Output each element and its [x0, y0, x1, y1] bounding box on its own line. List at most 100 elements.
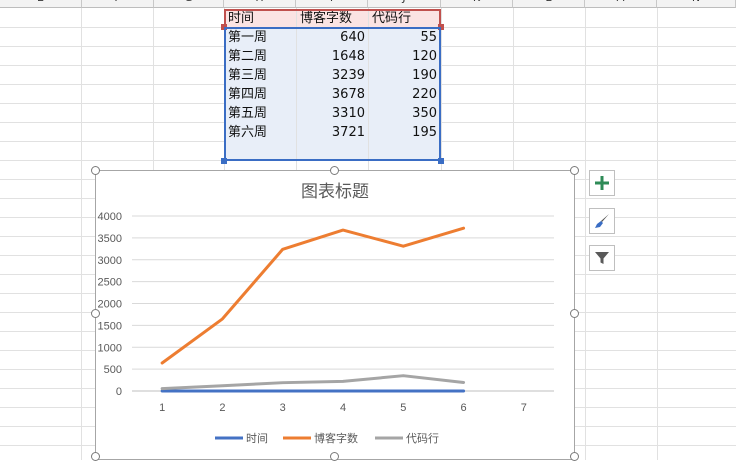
x-tick-label: 6 — [461, 402, 467, 414]
column-header-h[interactable]: H — [224, 0, 296, 8]
data-point[interactable] — [281, 389, 284, 393]
y-tick-label: 500 — [104, 364, 122, 376]
y-tick-label: 2000 — [98, 299, 122, 311]
table-cell[interactable]: 220 — [369, 85, 440, 104]
gridline — [0, 160, 736, 161]
chart-resize-handle[interactable] — [91, 309, 100, 318]
table-cell[interactable]: 190 — [369, 66, 440, 85]
series-line[interactable] — [160, 226, 466, 365]
data-point[interactable] — [281, 248, 284, 251]
column-header-j[interactable]: J — [368, 0, 441, 8]
chart-styles-button[interactable] — [589, 208, 615, 234]
range-resize-handle[interactable] — [221, 158, 227, 164]
range-resize-handle[interactable] — [438, 24, 444, 30]
table-cell[interactable]: 350 — [369, 104, 440, 123]
data-point[interactable] — [160, 387, 164, 390]
gridline — [0, 46, 736, 47]
table-cell[interactable]: 1648 — [297, 47, 368, 66]
data-point[interactable] — [402, 374, 405, 377]
table-cell[interactable]: 第四周 — [225, 85, 296, 104]
table-cell[interactable]: 640 — [297, 28, 368, 47]
data-point[interactable] — [402, 244, 405, 248]
y-tick-label: 3500 — [98, 233, 122, 245]
table-header-cell[interactable]: 代码行 — [369, 9, 440, 28]
chart-resize-handle[interactable] — [570, 309, 579, 318]
table-header-cell[interactable]: 时间 — [225, 9, 296, 28]
x-tick-label: 2 — [219, 402, 225, 414]
legend-label: 代码行 — [406, 432, 439, 445]
filter-icon — [595, 252, 609, 264]
chart-plot: 图表标题 0 500 1000 1500 2000 2500 3000 3500 4000 1 2 3… — [98, 182, 554, 445]
y-tick-label: 1500 — [98, 320, 122, 332]
data-point[interactable] — [281, 381, 284, 384]
x-tick-label: 4 — [340, 402, 346, 414]
x-tick-label: 5 — [400, 402, 406, 414]
table-cell[interactable]: 3239 — [297, 66, 368, 85]
column-header-f[interactable]: F — [82, 0, 154, 8]
gridline — [0, 65, 736, 66]
table-cell[interactable] — [297, 142, 368, 161]
table-cell[interactable]: 第六周 — [225, 123, 296, 142]
data-point[interactable] — [462, 227, 465, 230]
data-point[interactable] — [462, 381, 465, 384]
column-header-k[interactable]: K — [441, 0, 513, 8]
y-tick-label: 2500 — [98, 277, 122, 289]
legend-label: 时间 — [246, 432, 268, 445]
range-resize-handle[interactable] — [438, 158, 444, 164]
table-cell[interactable]: 第二周 — [225, 47, 296, 66]
x-tick-label: 1 — [159, 402, 165, 414]
data-point[interactable] — [160, 361, 164, 365]
table-cell[interactable]: 195 — [369, 123, 440, 142]
chart-filters-button[interactable] — [589, 245, 615, 271]
table-cell[interactable]: 3310 — [297, 104, 368, 123]
y-tick-label: 1000 — [98, 342, 122, 354]
y-tick-label: 3000 — [98, 255, 122, 267]
chart-resize-handle[interactable] — [330, 166, 339, 175]
gridline — [0, 141, 736, 142]
column-header-g[interactable]: G — [154, 0, 224, 8]
table-cell[interactable]: 第五周 — [225, 104, 296, 123]
table-cell[interactable]: 第一周 — [225, 28, 296, 47]
data-point[interactable] — [160, 389, 164, 393]
table-header-cell[interactable]: 博客字数 — [297, 9, 368, 28]
data-point[interactable] — [462, 389, 465, 393]
gridline — [0, 84, 736, 85]
y-tick-label: 4000 — [98, 211, 122, 223]
gridline — [585, 8, 586, 460]
table-cell[interactable] — [225, 142, 296, 161]
column-header-i[interactable]: I — [296, 0, 368, 8]
table-cell[interactable]: 3678 — [297, 85, 368, 104]
chart-resize-handle[interactable] — [91, 166, 100, 175]
chart-title: 图表标题 — [301, 182, 369, 201]
table-cell[interactable]: 3721 — [297, 123, 368, 142]
x-tick-label: 3 — [280, 402, 286, 414]
gridline — [0, 122, 736, 123]
column-header-e[interactable]: E — [0, 0, 82, 8]
data-point[interactable] — [221, 317, 224, 321]
x-tick-label: 7 — [521, 402, 527, 414]
chart-elements-button[interactable] — [589, 170, 615, 196]
range-resize-handle[interactable] — [221, 24, 227, 30]
column-header-m[interactable]: M — [585, 0, 657, 8]
table-cell[interactable]: 第三周 — [225, 66, 296, 85]
table-cell[interactable]: 120 — [369, 47, 440, 66]
column-header-l[interactable]: L — [513, 0, 585, 8]
gridline — [657, 8, 658, 460]
table-cell[interactable]: 55 — [369, 28, 440, 47]
table-cell[interactable] — [369, 142, 440, 161]
chart-resize-handle[interactable] — [570, 166, 579, 175]
data-point[interactable] — [341, 228, 345, 232]
y-tick-label: 0 — [116, 386, 122, 398]
data-point[interactable] — [221, 384, 224, 387]
legend-label: 博客字数 — [314, 431, 358, 445]
data-point[interactable] — [402, 389, 405, 393]
series-line[interactable] — [160, 374, 466, 391]
line-chart[interactable]: 图表标题 0 500 1000 1500 2000 2500 3000 3500 4000 1 2 3… — [95, 170, 575, 460]
plus-icon — [595, 176, 609, 190]
data-point[interactable] — [221, 389, 224, 393]
data-point[interactable] — [341, 389, 345, 393]
brush-icon — [595, 214, 609, 228]
gridline — [0, 103, 736, 104]
column-header-n[interactable]: N — [657, 0, 736, 8]
data-point[interactable] — [341, 380, 345, 383]
